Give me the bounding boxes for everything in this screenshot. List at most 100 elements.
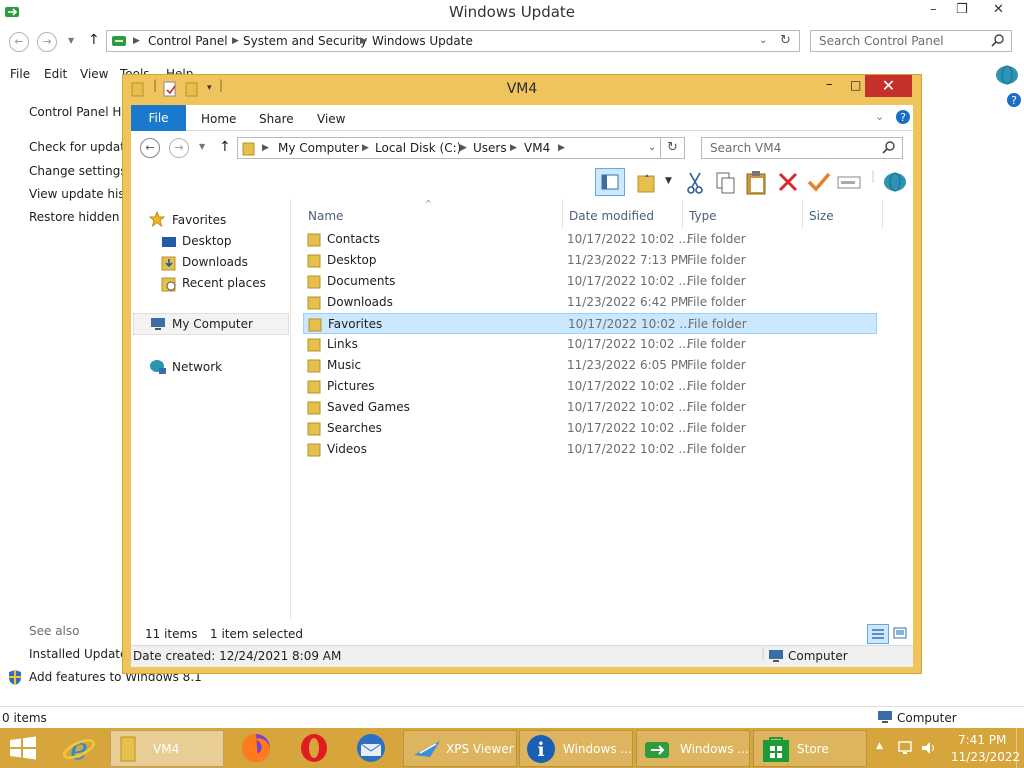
refresh-button[interactable]: ↻ bbox=[774, 30, 800, 52]
file-row[interactable]: Desktop 11/23/2022 7:13 PM File folder bbox=[303, 250, 877, 271]
file-row[interactable]: Music 11/23/2022 6:05 PM File folder bbox=[303, 355, 877, 376]
file-type: File folder bbox=[687, 337, 746, 351]
change-settings-link[interactable]: Change settings bbox=[29, 164, 127, 178]
explorer-minimize-button[interactable]: – bbox=[826, 77, 833, 92]
explorer-maximize-button[interactable]: □ bbox=[850, 78, 861, 92]
tab-home[interactable]: Home bbox=[201, 112, 236, 126]
breadcrumb-users[interactable]: Users bbox=[473, 141, 507, 155]
explorer-address-dropdown-icon[interactable]: ⌄ bbox=[648, 142, 656, 153]
file-row[interactable]: Pictures 10/17/2022 10:02 ... File folder bbox=[303, 376, 877, 397]
computer-icon bbox=[877, 710, 893, 724]
delete-icon[interactable] bbox=[777, 171, 799, 193]
file-row[interactable]: Downloads 11/23/2022 6:42 PM File folder bbox=[303, 292, 877, 313]
copy-icon[interactable] bbox=[715, 171, 737, 195]
details-view-button[interactable] bbox=[867, 624, 889, 644]
network-tray-icon[interactable] bbox=[897, 740, 915, 756]
folder-icon bbox=[307, 379, 321, 394]
explorer-close-button[interactable]: ✕ bbox=[865, 75, 912, 97]
thunderbird-icon[interactable] bbox=[355, 732, 387, 764]
file-row[interactable]: Saved Games 10/17/2022 10:02 ... File fold… bbox=[303, 397, 877, 418]
taskbar-windows-info-label: Windows ... bbox=[563, 742, 632, 756]
explorer-forward-button[interactable]: → bbox=[169, 138, 189, 158]
explorer-address-field[interactable]: ▶ My Computer ▶ Local Disk (C:) ▶ Users … bbox=[237, 137, 661, 159]
tab-view[interactable]: View bbox=[317, 112, 345, 126]
nav-my-computer[interactable]: My Computer bbox=[172, 317, 253, 331]
file-row[interactable]: Favorites 10/17/2022 10:02 ... File folder bbox=[303, 313, 877, 334]
menu-view[interactable]: View bbox=[80, 67, 108, 81]
file-row[interactable]: Documents 10/17/2022 10:02 ... File folder bbox=[303, 271, 877, 292]
preview-pane-button[interactable] bbox=[595, 168, 625, 196]
search-vm4-field[interactable]: Search VM4 bbox=[701, 137, 903, 159]
volume-icon[interactable] bbox=[920, 740, 938, 756]
nav-favorites[interactable]: Favorites bbox=[172, 213, 226, 227]
menu-file[interactable]: File bbox=[10, 67, 30, 81]
breadcrumb-system-security[interactable]: System and Security bbox=[243, 34, 367, 48]
address-dropdown-chevron-icon[interactable]: ⌄ bbox=[759, 35, 767, 46]
file-row[interactable]: Links 10/17/2022 10:02 ... File folder bbox=[303, 334, 877, 355]
taskbar-windows-info-button[interactable]: i Windows ... bbox=[519, 730, 633, 767]
forward-button[interactable]: → bbox=[37, 32, 57, 52]
close-button[interactable]: ✕ bbox=[993, 2, 1004, 17]
toolbar-dropdown-chevron-icon[interactable]: ▼ bbox=[665, 176, 672, 186]
recent-locations-chevron-icon[interactable]: ▼ bbox=[68, 36, 74, 45]
nav-recent-places[interactable]: Recent places bbox=[182, 276, 266, 290]
explorer-body: File Home Share View ⌄ ? ← → ▼ ↑ ▶ My Co… bbox=[131, 105, 913, 667]
checkmark-icon[interactable] bbox=[807, 171, 831, 193]
nav-downloads[interactable]: Downloads bbox=[182, 255, 248, 269]
file-row[interactable]: Searches 10/17/2022 10:02 ... File folder bbox=[303, 418, 877, 439]
folder-options-icon[interactable] bbox=[635, 171, 659, 195]
explorer-recent-chevron-icon[interactable]: ▼ bbox=[199, 142, 205, 151]
up-arrow-icon[interactable]: ↑ bbox=[88, 32, 100, 48]
explorer-up-arrow-icon[interactable]: ↑ bbox=[219, 139, 231, 155]
column-size[interactable]: Size bbox=[809, 209, 834, 223]
minimize-button[interactable]: – bbox=[930, 2, 937, 17]
tab-file[interactable]: File bbox=[131, 105, 186, 131]
taskbar-store-button[interactable]: Store bbox=[753, 730, 867, 767]
restore-button[interactable]: ❐ bbox=[956, 2, 968, 17]
column-type[interactable]: Type bbox=[689, 209, 717, 223]
clock-time[interactable]: 7:41 PM bbox=[958, 733, 1006, 747]
paste-icon[interactable] bbox=[745, 170, 767, 196]
file-name: Contacts bbox=[327, 232, 380, 246]
large-icons-view-button[interactable] bbox=[891, 624, 911, 644]
explorer-help-icon[interactable]: ? bbox=[895, 109, 911, 125]
menu-edit[interactable]: Edit bbox=[44, 67, 67, 81]
search-control-panel-field[interactable]: Search Control Panel bbox=[810, 30, 1012, 52]
opera-icon[interactable] bbox=[298, 732, 330, 764]
installed-updates-link[interactable]: Installed Updates bbox=[29, 647, 134, 661]
nav-network[interactable]: Network bbox=[172, 360, 222, 374]
file-name: Links bbox=[327, 337, 358, 351]
internet-explorer-icon[interactable]: e bbox=[62, 732, 96, 764]
start-windows-icon[interactable] bbox=[9, 736, 37, 760]
clock-date[interactable]: 11/23/2022 bbox=[951, 750, 1020, 764]
column-name[interactable]: Name bbox=[308, 209, 343, 223]
explorer-refresh-button[interactable]: ↻ bbox=[660, 137, 685, 159]
column-date-modified[interactable]: Date modified bbox=[569, 209, 654, 223]
expand-ribbon-chevron-icon[interactable]: ⌄ bbox=[875, 110, 884, 123]
cut-icon[interactable] bbox=[684, 171, 706, 195]
address-field[interactable]: ▶ Control Panel ▶ System and Security ▶ … bbox=[106, 30, 798, 52]
taskbar-xps-viewer-button[interactable]: XPS Viewer bbox=[403, 730, 517, 767]
globe-icon[interactable] bbox=[994, 64, 1020, 86]
firefox-icon[interactable] bbox=[240, 732, 272, 764]
show-hidden-icons-chevron-icon[interactable]: ▲ bbox=[876, 741, 883, 751]
network-globe-icon[interactable] bbox=[882, 171, 908, 193]
breadcrumb-vm4[interactable]: VM4 bbox=[524, 141, 550, 155]
breadcrumb-windows-update[interactable]: Windows Update bbox=[372, 34, 473, 48]
taskbar-store-label: Store bbox=[797, 742, 829, 756]
breadcrumb-local-disk[interactable]: Local Disk (C:) bbox=[375, 141, 461, 155]
back-button[interactable]: ← bbox=[9, 32, 29, 52]
rename-icon[interactable] bbox=[837, 175, 861, 191]
explorer-back-button[interactable]: ← bbox=[140, 138, 160, 158]
show-desktop-button[interactable] bbox=[1016, 728, 1024, 768]
breadcrumb-control-panel[interactable]: Control Panel bbox=[148, 34, 228, 48]
taskbar-windows-update-button[interactable]: Windows ... bbox=[636, 730, 750, 767]
file-row[interactable]: Videos 10/17/2022 10:02 ... File folder bbox=[303, 439, 877, 460]
help-icon[interactable]: ? bbox=[1006, 92, 1022, 108]
nav-desktop[interactable]: Desktop bbox=[182, 234, 232, 248]
breadcrumb-my-computer[interactable]: My Computer bbox=[278, 141, 359, 155]
tab-share[interactable]: Share bbox=[259, 112, 294, 126]
taskbar-vm4-button[interactable]: VM4 bbox=[110, 730, 224, 767]
nav-my-computer-row[interactable]: My Computer bbox=[133, 313, 289, 335]
file-row[interactable]: Contacts 10/17/2022 10:02 ... File folder bbox=[303, 229, 877, 250]
